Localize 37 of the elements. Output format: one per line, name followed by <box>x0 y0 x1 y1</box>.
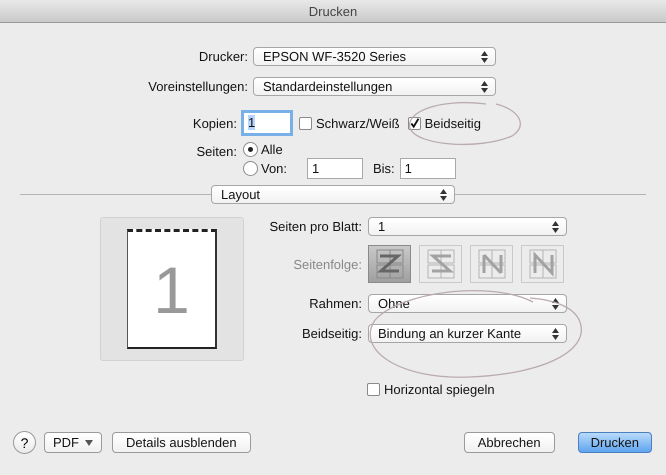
radio-option[interactable]: Alle <box>243 142 283 157</box>
flip-checkbox[interactable]: Horizontal spiegeln <box>367 382 495 397</box>
window-title: Drucken <box>308 4 358 18</box>
page-order-label: Seitenfolge: <box>292 256 362 272</box>
printer-popup[interactable]: EPSON WF-3520 Series <box>253 47 496 66</box>
up-down-arrows-icon <box>481 50 488 62</box>
cancel-button[interactable]: Abbrechen <box>464 432 555 453</box>
up-down-arrows-icon <box>440 188 447 200</box>
copies-field[interactable]: 1 <box>243 112 291 134</box>
to-page-field[interactable]: 1 <box>400 158 456 179</box>
up-down-arrows-icon <box>552 328 559 340</box>
border-label: Rahmen: <box>308 296 362 311</box>
presets-label: Voreinstellungen: <box>147 79 248 94</box>
checkbox-option[interactable]: Schwarz/Weiß <box>299 116 400 130</box>
pages-per-sheet-popup[interactable]: 1 <box>368 217 567 236</box>
copies-label: Kopien: <box>192 116 237 130</box>
panel-popup[interactable]: Layout <box>211 185 455 204</box>
printer-label: Drucker: <box>198 49 248 64</box>
pages-label: Seiten: <box>196 143 237 161</box>
two-sided-label: Beidseitig: <box>301 326 362 341</box>
print-button[interactable]: Drucken <box>578 432 652 453</box>
dropdown-triangle-icon <box>85 440 93 446</box>
checkmark-icon <box>408 118 420 128</box>
checkbox-option[interactable]: Beidseitig <box>408 116 481 130</box>
pages-per-sheet-label: Seiten pro Blatt: <box>268 219 362 234</box>
two-sided-popup[interactable]: Bindung an kurzer Kante <box>368 324 567 343</box>
pdf-menu-button[interactable]: PDF <box>44 432 102 453</box>
up-down-arrows-icon <box>552 298 559 310</box>
radio-option[interactable]: Von: <box>243 161 307 176</box>
help-button[interactable]: ? <box>13 431 36 454</box>
up-down-arrows-icon <box>481 80 488 92</box>
presets-popup[interactable]: Standardeinstellungen <box>253 77 496 96</box>
page-number: 1 <box>153 256 190 322</box>
up-down-arrows-icon <box>552 220 559 232</box>
to-page-label: Bis: <box>373 161 395 176</box>
from-page-field[interactable]: 1 <box>307 158 363 179</box>
hide-details-button[interactable]: Details ausblenden <box>112 432 251 453</box>
